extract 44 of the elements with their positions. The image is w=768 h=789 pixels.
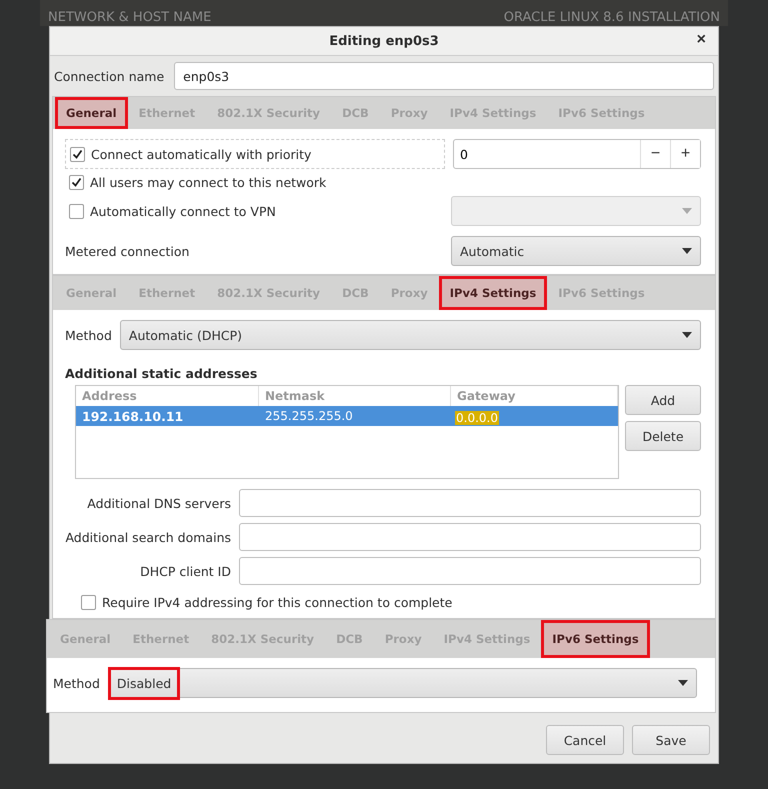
metered-label: Metered connection — [65, 244, 190, 258]
connection-name-field[interactable]: enp0s3 — [174, 62, 714, 90]
input-field[interactable] — [239, 557, 701, 585]
increment-button[interactable]: + — [670, 140, 700, 168]
priority-field[interactable]: 0 − + — [453, 139, 701, 169]
section-heading: Additional static addresses — [65, 366, 258, 381]
checkbox-label: All users may connect to this network — [90, 175, 326, 190]
caret-icon — [682, 208, 692, 214]
dialog-button[interactable]: Save — [632, 725, 710, 755]
input-field[interactable] — [239, 523, 701, 551]
field-label: DHCP client ID — [139, 564, 231, 578]
close-button[interactable]: × — [694, 31, 708, 49]
table-action-button[interactable]: Add — [625, 385, 701, 415]
table-row[interactable]: 192.168.10.11 255.255.255.0 0.0.0.0 — [76, 406, 618, 426]
caret-icon — [682, 248, 692, 254]
metered-dropdown[interactable]: Automatic — [451, 236, 701, 266]
section-title: NETWORK & HOST NAME — [48, 10, 212, 26]
table-cell-text: 255.255.255.0 — [264, 409, 354, 423]
method-dropdown[interactable]: Disabled — [108, 668, 697, 698]
window-title: Editing enp0s3 — [329, 34, 439, 48]
checkbox[interactable] — [81, 595, 96, 610]
installer-title: ORACLE LINUX 8.6 INSTALLATION — [504, 10, 720, 26]
table-cell-text: 192.168.10.11 — [81, 408, 184, 424]
table-cell: 0.0.0.0 — [455, 410, 499, 424]
checkbox-label: Connect automatically with priority — [91, 146, 312, 162]
tab[interactable]: IPv4 Settings — [438, 276, 548, 310]
priority-value: 0 — [459, 146, 469, 162]
dialog-button[interactable]: Cancel — [546, 725, 624, 755]
connection-name-label: Connection name — [54, 68, 164, 84]
checkbox[interactable] — [69, 175, 84, 190]
method-dropdown[interactable]: Automatic (DHCP) — [120, 320, 701, 350]
checkbox-label: Require IPv4 addressing for this connection to complete — [102, 595, 452, 610]
field-label: Additional search domains — [65, 530, 231, 544]
checkbox[interactable] — [70, 146, 85, 162]
table-action-button[interactable]: Delete — [625, 421, 701, 451]
input-field[interactable] — [239, 489, 701, 517]
field-label: Additional DNS servers — [86, 496, 231, 510]
tab[interactable]: IPv6 Settings — [541, 620, 650, 658]
caret-icon — [678, 680, 688, 686]
checkbox-label: Automatically connect to VPN — [90, 204, 277, 218]
method-label: Method — [65, 328, 112, 342]
tab[interactable]: General — [55, 97, 128, 129]
caret-icon — [682, 332, 692, 338]
method-label: Method — [53, 676, 100, 690]
